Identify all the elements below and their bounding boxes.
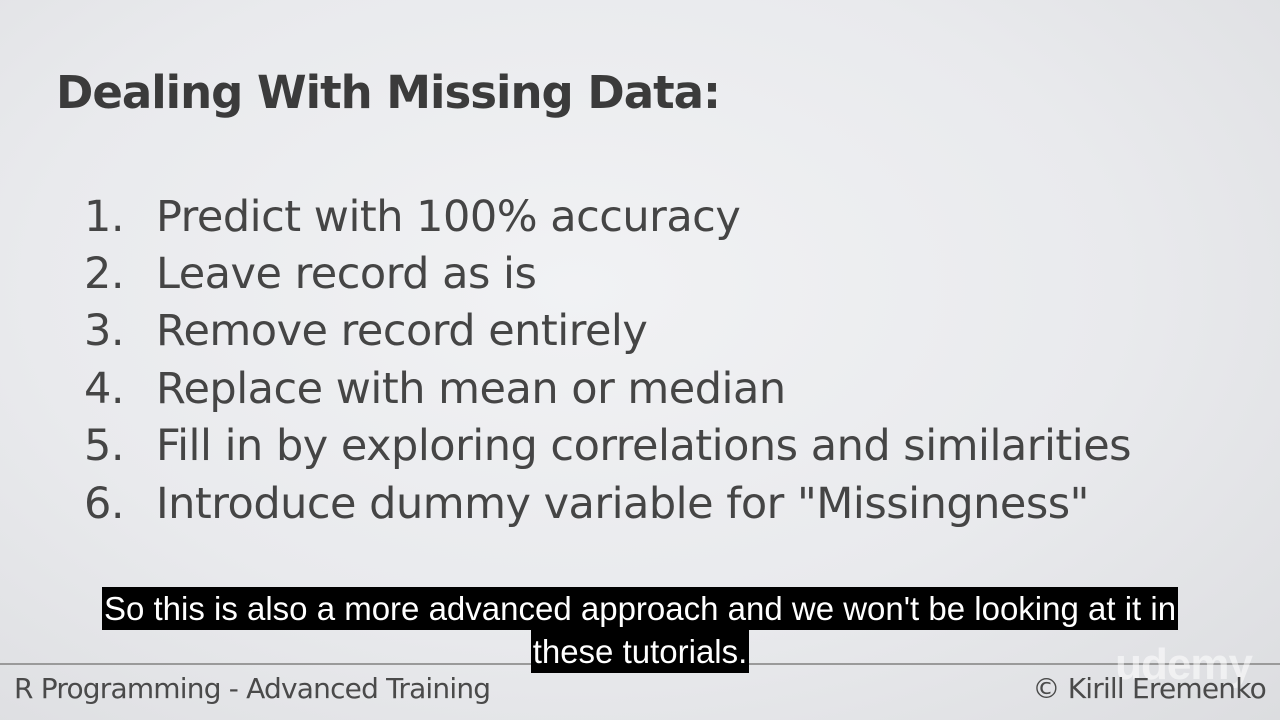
- video-subtitle: So this is also a more advanced approach…: [0, 587, 1280, 673]
- list-item: 1. Predict with 100% accuracy: [84, 188, 1131, 245]
- subtitle-line-1: So this is also a more advanced approach…: [101, 587, 1179, 630]
- copyright-author: © Kirill Eremenko: [1032, 672, 1266, 705]
- missing-data-methods-list: 1. Predict with 100% accuracy 2. Leave r…: [84, 188, 1132, 532]
- list-item-number: 3.: [84, 306, 125, 357]
- list-item-number: 5.: [84, 421, 125, 472]
- list-item-text: Introduce dummy variable for "Missingnes…: [156, 478, 1089, 529]
- list-item-number: 2.: [84, 249, 125, 300]
- subtitle-line-2: these tutorials.: [530, 630, 750, 673]
- list-item-text: Replace with mean or median: [156, 363, 786, 414]
- list-item-number: 4.: [84, 363, 125, 414]
- list-item: 6. Introduce dummy variable for "Missing…: [84, 475, 1131, 532]
- slide-title: Dealing With Missing Data:: [56, 66, 721, 119]
- list-item-number: 1.: [84, 191, 125, 242]
- list-item: 4. Replace with mean or median: [84, 360, 1131, 417]
- list-item-text: Leave record as is: [156, 249, 537, 300]
- list-item-text: Fill in by exploring correlations and si…: [156, 421, 1132, 472]
- list-item-text: Predict with 100% accuracy: [156, 191, 741, 242]
- list-item: 2. Leave record as is: [84, 245, 1131, 302]
- list-item: 3. Remove record entirely: [84, 303, 1131, 360]
- list-item: 5. Fill in by exploring correlations and…: [84, 418, 1132, 475]
- course-name: R Programming - Advanced Training: [14, 672, 491, 705]
- list-item-number: 6.: [84, 478, 125, 529]
- list-item-text: Remove record entirely: [156, 306, 648, 357]
